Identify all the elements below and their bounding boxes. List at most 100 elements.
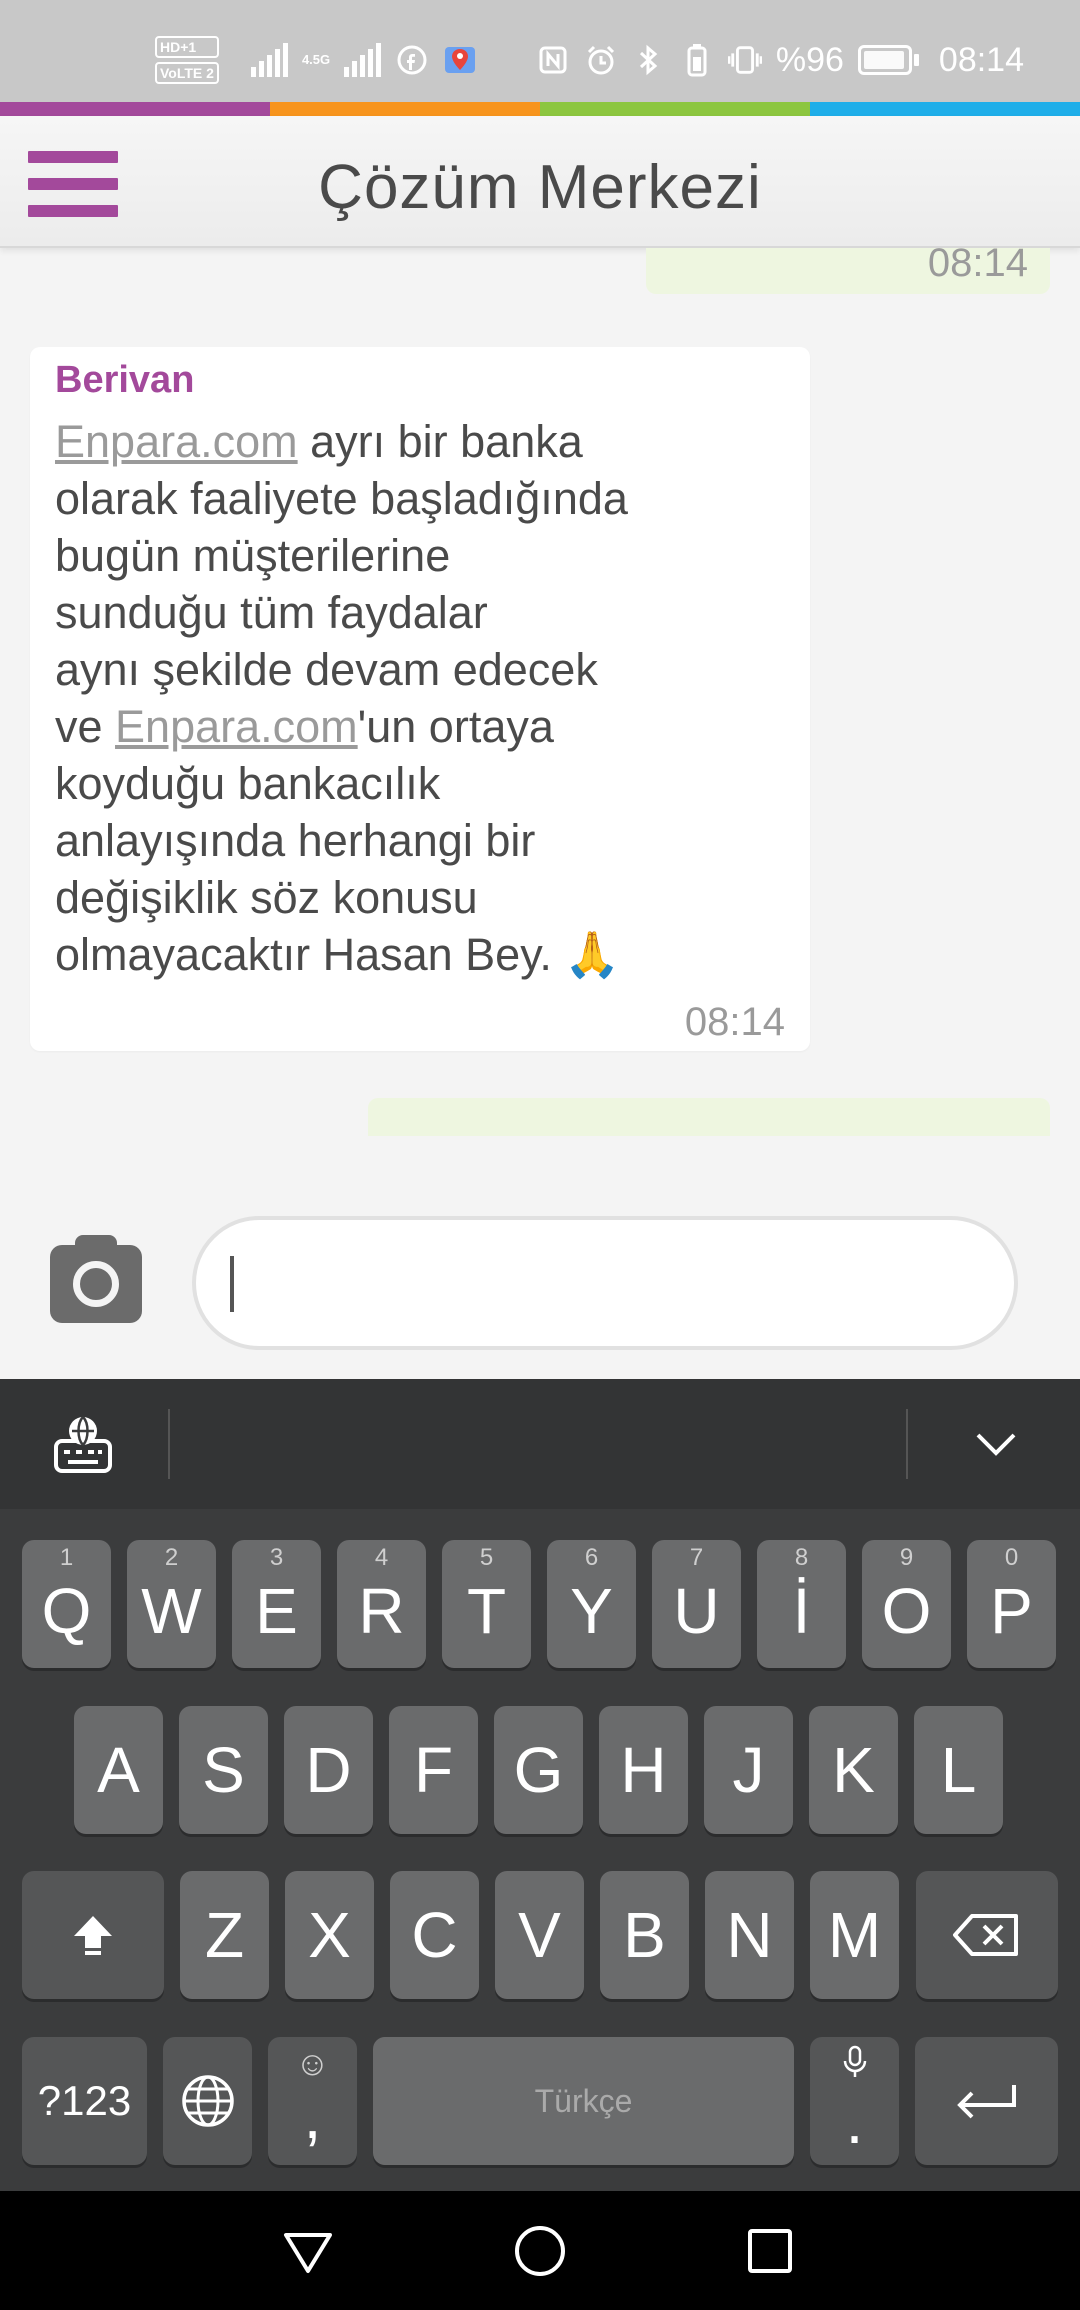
app-header: Çözüm Merkezi — [0, 116, 1080, 248]
enpara-link[interactable]: Enpara.com — [115, 701, 358, 752]
battery-icon — [857, 45, 919, 75]
enter-arrow-icon — [956, 2085, 1016, 2119]
key-label: İ — [792, 1575, 811, 1647]
key-y[interactable]: 6Y — [547, 1540, 636, 1668]
key-z[interactable]: Z — [180, 1871, 269, 1999]
key-b[interactable]: B — [600, 1871, 689, 1999]
message-line: aynı şekilde devam edecek — [55, 644, 598, 695]
message-time: 08:14 — [927, 248, 1028, 285]
signal-icon — [344, 43, 382, 77]
message-text: Enpara.com ayrı bir banka olarak faaliye… — [55, 413, 755, 983]
space-key[interactable]: Türkçe — [373, 2037, 794, 2165]
chevron-down-icon[interactable] — [966, 1419, 1026, 1469]
key-hint: 7 — [689, 1544, 704, 1571]
sim-badges: HD+1 VoLTE 2 — [155, 36, 219, 84]
battery-percent: %96 — [775, 40, 844, 79]
brand-color-segment-3 — [540, 102, 810, 116]
key-hint: 2 — [164, 1544, 179, 1571]
recent-apps-square-icon[interactable] — [740, 2221, 800, 2281]
key-label: T — [466, 1575, 507, 1647]
key-hint: 9 — [899, 1544, 914, 1571]
message-line: ve Enpara.com'un ortaya — [55, 701, 554, 752]
toolbar-divider — [906, 1409, 908, 1479]
shift-icon — [74, 1916, 112, 1955]
back-triangle-icon[interactable] — [278, 2221, 338, 2281]
key-o[interactable]: 9O — [862, 1540, 951, 1668]
key-t[interactable]: 5T — [442, 1540, 531, 1668]
brand-color-segment-1 — [0, 102, 270, 116]
key-label: Y — [570, 1575, 613, 1647]
key-d[interactable]: D — [284, 1706, 373, 1834]
key-g[interactable]: G — [494, 1706, 583, 1834]
key-label: S — [202, 1734, 245, 1806]
key-i̇[interactable]: 8İ — [757, 1540, 846, 1668]
message-line: olmayacaktır Hasan Bey. 🙏 — [55, 929, 621, 980]
message-line: bugün müşterilerine — [55, 530, 451, 581]
keyboard-settings-icon[interactable] — [50, 1411, 116, 1477]
enpara-link[interactable]: Enpara.com — [55, 416, 298, 467]
shift-key[interactable] — [22, 1871, 164, 1999]
key-label: H — [620, 1734, 667, 1806]
backspace-icon — [953, 1914, 1018, 1956]
key-h[interactable]: H — [599, 1706, 688, 1834]
key-label: U — [673, 1575, 720, 1647]
alarm-icon — [584, 43, 618, 77]
emoji-icon: ☺ — [295, 2045, 330, 2083]
key-u[interactable]: 7U — [652, 1540, 741, 1668]
key-p[interactable]: 0P — [967, 1540, 1056, 1668]
key-a[interactable]: A — [74, 1706, 163, 1834]
nfc-icon — [536, 43, 570, 77]
soft-keyboard: 1 Q 2 W 3 E 4 R 5 T 6 Y 7 U 8 İ 9 O 0 P A S D F G H J K L Z X C V B N M ?123… — [0, 1379, 1080, 2191]
key-label: P — [990, 1575, 1033, 1647]
battery-saver-icon — [680, 43, 714, 77]
key-w[interactable]: 2W — [127, 1540, 216, 1668]
key-x[interactable]: X — [285, 1871, 374, 1999]
key-f[interactable]: F — [389, 1706, 478, 1834]
key-hint: 1 — [59, 1544, 74, 1571]
message-line: değişiklik söz konusu — [55, 872, 478, 923]
key-label: L — [940, 1734, 977, 1806]
brand-color-strip — [0, 102, 1080, 116]
chat-message-list[interactable]: 08:14 Berivan Enpara.com ayrı bir banka … — [0, 248, 1080, 1136]
comma-key[interactable]: ☺, — [268, 2037, 357, 2165]
key-hint: 3 — [269, 1544, 284, 1571]
key-c[interactable]: C — [390, 1871, 479, 1999]
key-m[interactable]: M — [810, 1871, 899, 1999]
key-l[interactable]: L — [914, 1706, 1003, 1834]
maps-icon — [443, 43, 477, 77]
enter-key[interactable] — [915, 2037, 1058, 2165]
key-n[interactable]: N — [705, 1871, 794, 1999]
key-e[interactable]: 3E — [232, 1540, 321, 1668]
key-v[interactable]: V — [495, 1871, 584, 1999]
message-line: olarak faaliyete başladığında — [55, 473, 628, 524]
sim2-badge: VoLTE 2 — [155, 62, 219, 84]
key-hint: 0 — [1004, 1544, 1019, 1571]
language-key[interactable] — [163, 2037, 252, 2165]
key-label: Z — [204, 1899, 245, 1971]
period-key[interactable]: . — [810, 2037, 899, 2165]
incoming-message-bubble: Berivan Enpara.com ayrı bir banka olarak… — [30, 347, 810, 1051]
message-composer — [0, 1136, 1080, 1379]
toolbar-divider — [168, 1409, 170, 1479]
key-hint: 4 — [374, 1544, 389, 1571]
key-q[interactable]: 1Q — [22, 1540, 111, 1668]
network-type-label: 4.5G — [301, 52, 331, 67]
message-input[interactable] — [192, 1216, 1018, 1350]
microphone-icon — [810, 2045, 899, 2086]
key-r[interactable]: 4R — [337, 1540, 426, 1668]
backspace-key[interactable] — [916, 1871, 1058, 1999]
home-circle-icon[interactable] — [510, 2221, 570, 2281]
key-j[interactable]: J — [704, 1706, 793, 1834]
key-label: B — [623, 1899, 666, 1971]
globe-icon — [181, 2075, 234, 2127]
symbols-key[interactable]: ?123 — [22, 2037, 147, 2165]
key-k[interactable]: K — [809, 1706, 898, 1834]
message-sender: Berivan — [55, 359, 195, 401]
key-label: C — [411, 1899, 458, 1971]
signal-icon — [250, 43, 288, 77]
facebook-icon — [395, 43, 429, 77]
key-label: W — [141, 1575, 202, 1647]
key-hint: 6 — [584, 1544, 599, 1571]
key-s[interactable]: S — [179, 1706, 268, 1834]
camera-icon[interactable] — [50, 1235, 142, 1323]
